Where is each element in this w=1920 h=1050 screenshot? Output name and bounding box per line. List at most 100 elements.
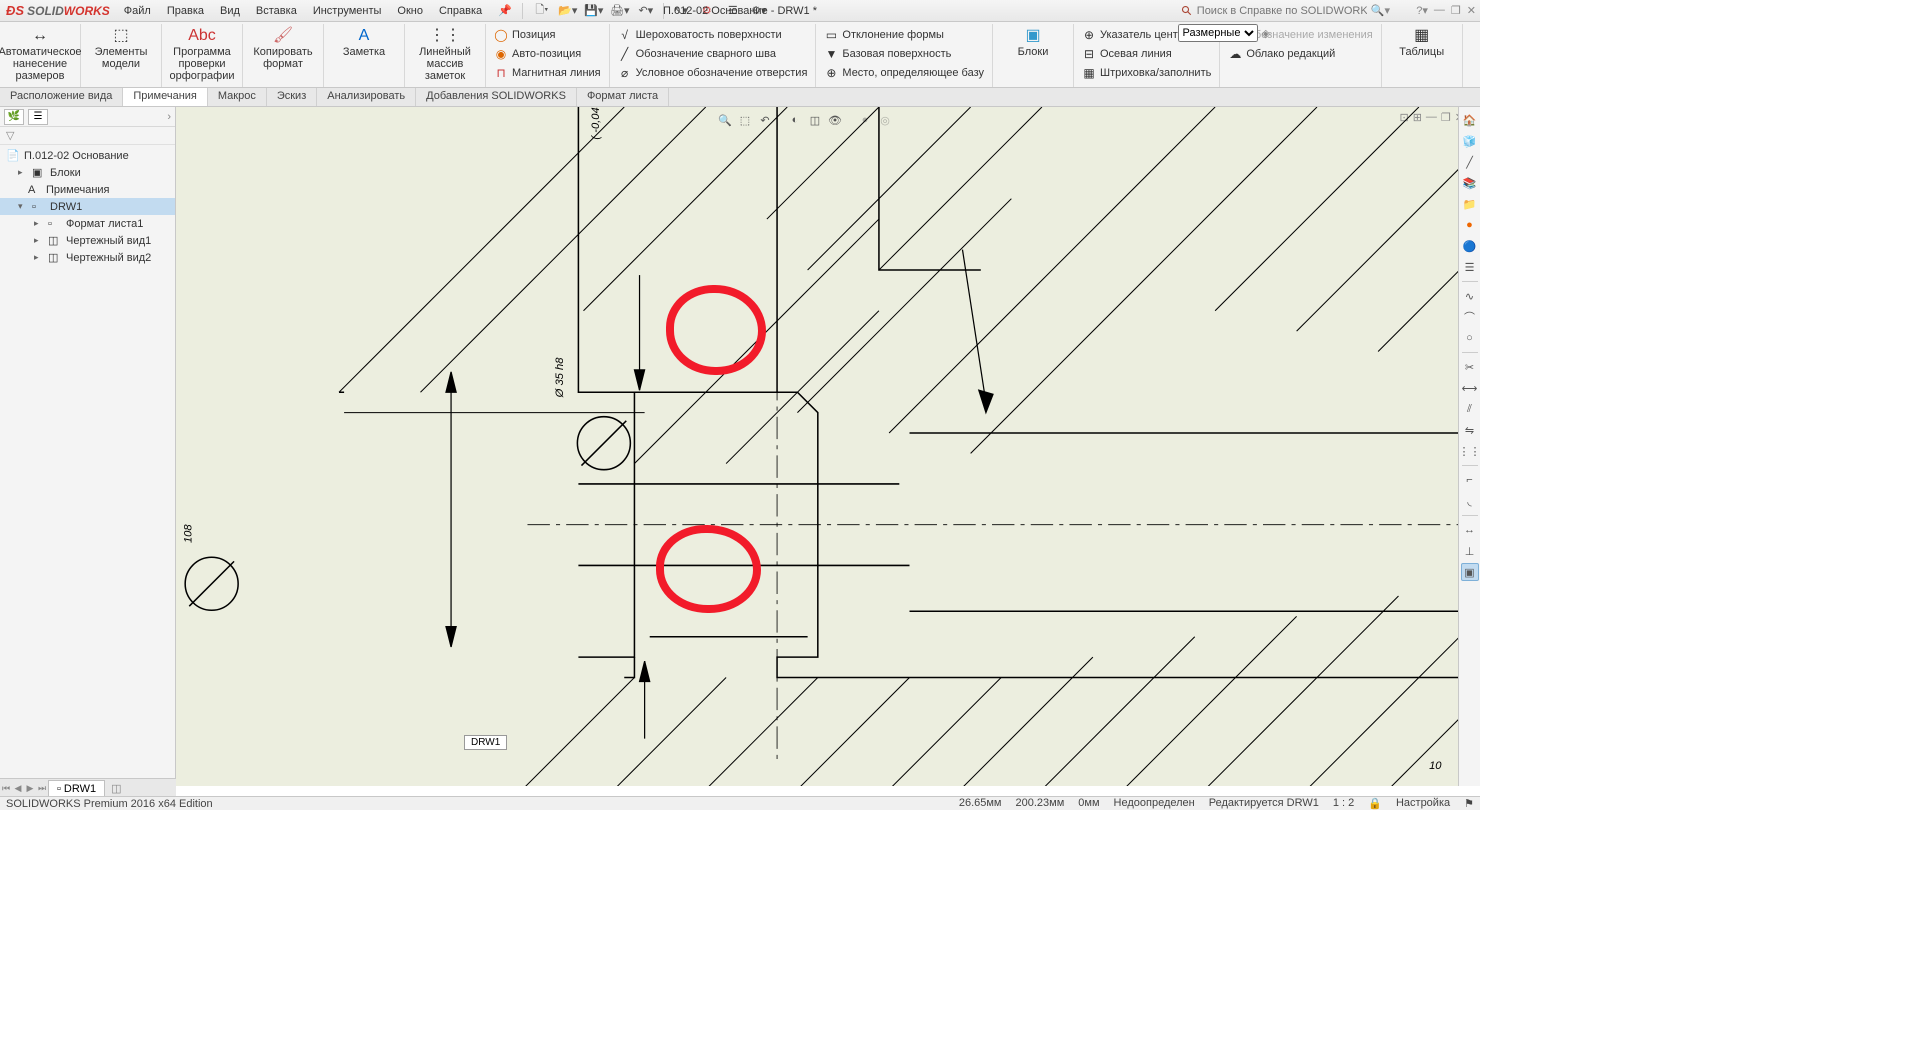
help-icon[interactable]: ?▾ <box>1416 4 1428 17</box>
dimension-style-select[interactable]: Размерные <box>1178 24 1258 42</box>
tree-filter[interactable]: ▽ <box>0 127 175 145</box>
drawing-canvas[interactable]: 🔍 ⬚ ↶ ◐ ◫ 👁 ● ◎ ⊡⊞—❐✕ <box>176 107 1480 786</box>
format-painter-button[interactable]: 🖌Копировать формат <box>247 24 319 70</box>
home-icon[interactable]: 🏠 <box>1461 111 1479 129</box>
surface-finish-button[interactable]: √Шероховатость поверхности <box>614 26 812 44</box>
geometric-tolerance-button[interactable]: ▭Отклонение формы <box>820 26 988 44</box>
menu-insert[interactable]: Вставка <box>248 2 305 20</box>
menu-tools[interactable]: Инструменты <box>305 2 390 20</box>
dim-corner: 10 <box>1429 760 1442 772</box>
add-sheet-icon[interactable]: ◫ <box>105 782 127 795</box>
pin-icon[interactable]: 📌 <box>498 4 512 17</box>
menu-view[interactable]: Вид <box>212 2 248 20</box>
chevron-down-icon[interactable]: ▾ <box>18 201 28 212</box>
datum-feature-button[interactable]: ▼Базовая поверхность <box>820 45 988 63</box>
trim-icon[interactable]: ✂ <box>1461 358 1479 376</box>
area-hatch-button[interactable]: ▦Штриховка/заполнить <box>1078 64 1215 82</box>
extend-icon[interactable]: ⟷ <box>1461 379 1479 397</box>
menu-window[interactable]: Окно <box>389 2 431 20</box>
tables-button[interactable]: ▦Таблицы <box>1386 24 1458 58</box>
appearances-icon[interactable]: 🔵 <box>1461 237 1479 255</box>
model-items-button[interactable]: ⬚Элементы модели <box>85 24 157 70</box>
tree-sheet-drw1[interactable]: ▾▫DRW1 <box>0 198 175 215</box>
tab-sketch[interactable]: Эскиз <box>267 88 317 106</box>
chevron-right-icon[interactable]: ▸ <box>18 167 28 178</box>
tab-sheet-format[interactable]: Формат листа <box>577 88 669 106</box>
tree-view2[interactable]: ▸◫Чертежный вид2 <box>0 249 175 266</box>
new-button[interactable]: 🗋▾ <box>531 2 553 20</box>
corner-icon[interactable]: ⌐ <box>1461 471 1479 489</box>
smart-dimension-button[interactable]: ↔Автоматическое нанесение размеров <box>4 24 76 82</box>
dimension-icon[interactable]: ↔ <box>1461 521 1479 539</box>
close-button[interactable]: ✕ <box>1467 4 1476 17</box>
centerline-button[interactable]: ⊟Осевая линия <box>1078 45 1215 63</box>
blocks-button[interactable]: ▣Блоки <box>997 24 1069 58</box>
chevron-right-icon[interactable]: ▸ <box>34 235 44 246</box>
tree-annotations[interactable]: AПримечания <box>0 181 175 198</box>
datum-target-button[interactable]: ⊕Место, определяющее базу <box>820 64 988 82</box>
display-icon[interactable]: ▣ <box>1461 563 1479 581</box>
dimension-style-dropdown[interactable]: Размерные ◈ <box>1178 24 1270 42</box>
first-tab-icon[interactable]: ⏮ <box>0 783 12 794</box>
restore-button[interactable]: ❐ <box>1451 4 1461 17</box>
print-button[interactable]: 🖨▾ <box>609 2 631 20</box>
next-tab-icon[interactable]: ▶ <box>24 783 36 794</box>
circle-icon[interactable]: ○ <box>1461 329 1479 347</box>
open-button[interactable]: 📂▾ <box>557 2 579 20</box>
status-custom[interactable]: Настройка <box>1396 797 1450 810</box>
search-input[interactable] <box>1197 5 1367 17</box>
tree-sheet-format[interactable]: ▸▫Формат листа1 <box>0 215 175 232</box>
spline-icon[interactable]: ∿ <box>1461 287 1479 305</box>
search-box[interactable]: 🔍▾ <box>1181 4 1390 17</box>
offset-icon[interactable]: ⫽ <box>1461 400 1479 418</box>
chevron-right-icon[interactable]: ▸ <box>34 252 44 263</box>
pattern-icon[interactable]: ⋮⋮ <box>1461 442 1479 460</box>
design-library-icon[interactable]: 📚 <box>1461 174 1479 192</box>
menu-edit[interactable]: Правка <box>159 2 212 20</box>
tab-view-layout[interactable]: Расположение вида <box>0 88 123 106</box>
note-button[interactable]: AЗаметка <box>328 24 400 58</box>
layer-icon[interactable]: ◈ <box>1262 27 1270 40</box>
status-lock-icon[interactable]: 🔒 <box>1368 797 1382 810</box>
tree-blocks[interactable]: ▸▣Блоки <box>0 164 175 181</box>
linear-note-pattern-button[interactable]: ⋮⋮Линейный массив заметок <box>409 24 481 82</box>
search-icon <box>1181 5 1193 17</box>
last-tab-icon[interactable]: ⏭ <box>36 783 48 794</box>
tab-macro[interactable]: Макрос <box>208 88 267 106</box>
view-palette-icon[interactable]: ● <box>1461 216 1479 234</box>
feature-tree-tab-icon[interactable]: 🌿 <box>4 109 24 125</box>
magnetic-line-button[interactable]: ⊓Магнитная линия <box>490 64 605 82</box>
mirror-icon[interactable]: ⇋ <box>1461 421 1479 439</box>
fillet-icon[interactable]: ◟ <box>1461 492 1479 510</box>
status-flag-icon[interactable]: ⚑ <box>1464 797 1474 810</box>
weld-symbol-button[interactable]: ╱Обозначение сварного шва <box>614 45 812 63</box>
resources-icon[interactable]: 🧊 <box>1461 132 1479 150</box>
auto-balloon-button[interactable]: ◉Авто-позиция <box>490 45 605 63</box>
prev-tab-icon[interactable]: ◀ <box>12 783 24 794</box>
tab-annotations[interactable]: Примечания <box>123 88 208 106</box>
spell-check-button[interactable]: AbcПрограмма проверки орфографии <box>166 24 238 82</box>
menu-file[interactable]: Файл <box>116 2 159 20</box>
tree-root[interactable]: 📄П.012-02 Основание <box>0 147 175 164</box>
arc-icon[interactable]: ⌒ <box>1461 308 1479 326</box>
menu-help[interactable]: Справка <box>431 2 490 20</box>
properties-icon[interactable]: ☰ <box>1461 258 1479 276</box>
revision-cloud-button[interactable]: ☁Облако редакций <box>1224 45 1376 63</box>
sheet-tab-drw1[interactable]: ▫DRW1 <box>48 780 105 798</box>
save-button[interactable]: 💾▾ <box>583 2 605 20</box>
undo-button[interactable]: ↶▾ <box>635 2 657 20</box>
line-tool-icon[interactable]: ╱ <box>1461 153 1479 171</box>
file-explorer-icon[interactable]: 📁 <box>1461 195 1479 213</box>
tree-view1[interactable]: ▸◫Чертежный вид1 <box>0 232 175 249</box>
relation-icon[interactable]: ⊥ <box>1461 542 1479 560</box>
tab-analyze[interactable]: Анализировать <box>317 88 416 106</box>
property-tab-icon[interactable]: ☰ <box>28 109 48 125</box>
hole-callout-button[interactable]: ⌀Условное обозначение отверстия <box>614 64 812 82</box>
status-scale[interactable]: 1 : 2 <box>1333 797 1354 810</box>
chevron-right-icon[interactable]: ▸ <box>34 218 44 229</box>
balloon-button[interactable]: ◯Позиция <box>490 26 605 44</box>
search-dropdown-icon[interactable]: 🔍▾ <box>1371 4 1390 17</box>
tab-addins[interactable]: Добавления SOLIDWORKS <box>416 88 577 106</box>
expand-panel-icon[interactable]: › <box>167 111 171 123</box>
minimize-button[interactable]: — <box>1434 4 1445 17</box>
